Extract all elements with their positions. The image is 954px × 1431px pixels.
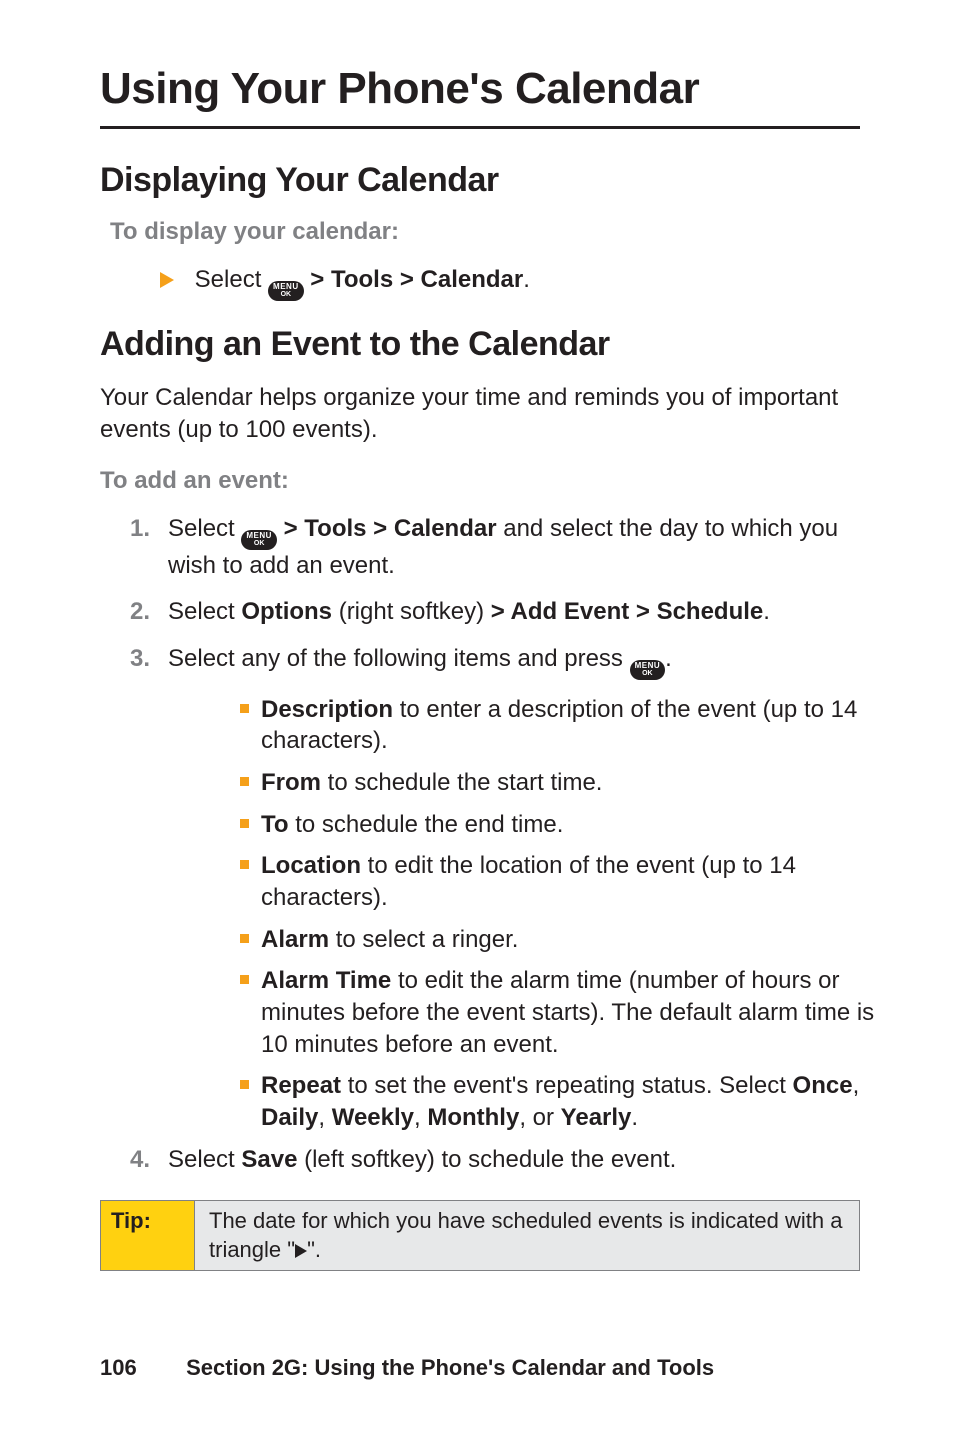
- bullet-alarm-time: Alarm Time to edit the alarm time (numbe…: [240, 965, 882, 1060]
- step-body: Select MENU OK > Tools > Calendar and se…: [168, 513, 882, 582]
- text: to schedule the end time.: [289, 811, 564, 838]
- text-bold: > Tools > Calendar: [284, 515, 497, 542]
- title-rule: [100, 126, 860, 129]
- triangle-icon: [295, 1244, 307, 1258]
- bullet-from: From to schedule the start time.: [240, 767, 882, 799]
- step-body: Select Options (right softkey) > Add Eve…: [168, 596, 882, 628]
- text: (right softkey): [332, 598, 491, 625]
- bullet-description: Description to enter a description of th…: [240, 694, 882, 757]
- menu-ok-icon: MENU OK: [268, 281, 304, 301]
- text: .: [665, 645, 672, 672]
- text: to select a ringer.: [329, 926, 518, 953]
- icon-label-top: MENU: [246, 532, 272, 540]
- step-2: 2. Select Options (right softkey) > Add …: [130, 596, 882, 628]
- text-bold: Save: [241, 1146, 297, 1173]
- text: , or: [519, 1104, 560, 1131]
- text-bold: Alarm Time: [261, 967, 391, 994]
- text: to set the event's repeating status. Sel…: [341, 1072, 793, 1099]
- bullet-alarm: Alarm to select a ringer.: [240, 924, 882, 956]
- text: Select: [168, 1146, 241, 1173]
- opt-weekly: Weekly: [332, 1104, 414, 1131]
- bullet-to: To to schedule the end time.: [240, 809, 882, 841]
- square-bullet-icon: [240, 1080, 249, 1089]
- icon-label-top: MENU: [273, 283, 299, 291]
- step-number: 4.: [130, 1144, 168, 1176]
- section-heading-display: Displaying Your Calendar: [100, 161, 882, 200]
- bullet-body: Repeat to set the event's repeating stat…: [261, 1070, 882, 1133]
- text-bold: > Tools > Calendar: [310, 266, 523, 293]
- square-bullet-icon: [240, 704, 249, 713]
- menu-ok-icon: MENU OK: [630, 660, 666, 680]
- opt-once: Once: [793, 1072, 853, 1099]
- text-bold: Alarm: [261, 926, 329, 953]
- manual-page: Using Your Phone's Calendar Displaying Y…: [0, 0, 954, 1431]
- bullet-body: Location to edit the location of the eve…: [261, 850, 882, 913]
- square-bullet-icon: [240, 777, 249, 786]
- opt-monthly: Monthly: [427, 1104, 519, 1131]
- text: ,: [414, 1104, 427, 1131]
- text-bold: Repeat: [261, 1072, 341, 1099]
- square-bullet-icon: [240, 819, 249, 828]
- text: ".: [307, 1237, 321, 1262]
- text: .: [763, 598, 770, 625]
- text-bold: Description: [261, 696, 393, 723]
- footer-section: Section 2G: Using the Phone's Calendar a…: [186, 1355, 714, 1380]
- text: .: [631, 1104, 638, 1131]
- bullet-body: Alarm to select a ringer.: [261, 924, 882, 956]
- instruction-display: To display your calendar:: [110, 218, 882, 246]
- opt-daily: Daily: [261, 1104, 318, 1131]
- step-number: 3.: [130, 643, 168, 675]
- text: Select: [168, 598, 241, 625]
- tip-text: The date for which you have scheduled ev…: [195, 1201, 859, 1270]
- square-bullet-icon: [240, 934, 249, 943]
- text-bold: To: [261, 811, 289, 838]
- menu-ok-icon: MENU OK: [241, 530, 277, 550]
- bullet-body: To to schedule the end time.: [261, 809, 882, 841]
- step-1: 1. Select MENU OK > Tools > Calendar and…: [130, 513, 882, 582]
- bullet-body: Description to enter a description of th…: [261, 694, 882, 757]
- tip-label: Tip:: [101, 1201, 195, 1270]
- bullet-body: From to schedule the start time.: [261, 767, 882, 799]
- step-body: Select any of the following items and pr…: [168, 643, 882, 680]
- text: Select any of the following items and pr…: [168, 645, 630, 672]
- step-3: 3. Select any of the following items and…: [130, 643, 882, 680]
- play-icon: [160, 272, 174, 288]
- intro-add: Your Calendar helps organize your time a…: [100, 382, 882, 447]
- text: ,: [853, 1072, 860, 1099]
- text-bold: Options: [241, 598, 332, 625]
- text: Select: [195, 266, 268, 293]
- bullet-body: Alarm Time to edit the alarm time (numbe…: [261, 965, 882, 1060]
- text: ,: [318, 1104, 331, 1131]
- step-number: 2.: [130, 596, 168, 628]
- text: (left softkey) to schedule the event.: [297, 1146, 676, 1173]
- text-bold: > Add Event > Schedule: [491, 598, 764, 625]
- step-display-select: Select MENU OK > Tools > Calendar.: [160, 264, 882, 301]
- icon-label-bottom: OK: [642, 670, 653, 677]
- bullet-location: Location to edit the location of the eve…: [240, 850, 882, 913]
- icon-label-top: MENU: [635, 662, 661, 670]
- square-bullet-icon: [240, 975, 249, 984]
- instruction-add: To add an event:: [100, 467, 882, 495]
- text-bold: From: [261, 769, 321, 796]
- step-number: 1.: [130, 513, 168, 545]
- bullet-repeat: Repeat to set the event's repeating stat…: [240, 1070, 882, 1133]
- step-4: 4. Select Save (left softkey) to schedul…: [130, 1144, 882, 1176]
- icon-label-bottom: OK: [254, 540, 265, 547]
- text: .: [523, 266, 530, 293]
- page-title: Using Your Phone's Calendar: [100, 64, 882, 114]
- section-heading-add: Adding an Event to the Calendar: [100, 325, 882, 364]
- step-body: Select Save (left softkey) to schedule t…: [168, 1144, 882, 1176]
- opt-yearly: Yearly: [561, 1104, 632, 1131]
- text: Select: [168, 515, 241, 542]
- page-footer: 106 Section 2G: Using the Phone's Calend…: [100, 1355, 714, 1381]
- text: to schedule the start time.: [321, 769, 602, 796]
- page-number: 106: [100, 1355, 180, 1381]
- square-bullet-icon: [240, 860, 249, 869]
- icon-label-bottom: OK: [281, 291, 292, 298]
- tip-box: Tip: The date for which you have schedul…: [100, 1200, 860, 1271]
- text-bold: Location: [261, 852, 361, 879]
